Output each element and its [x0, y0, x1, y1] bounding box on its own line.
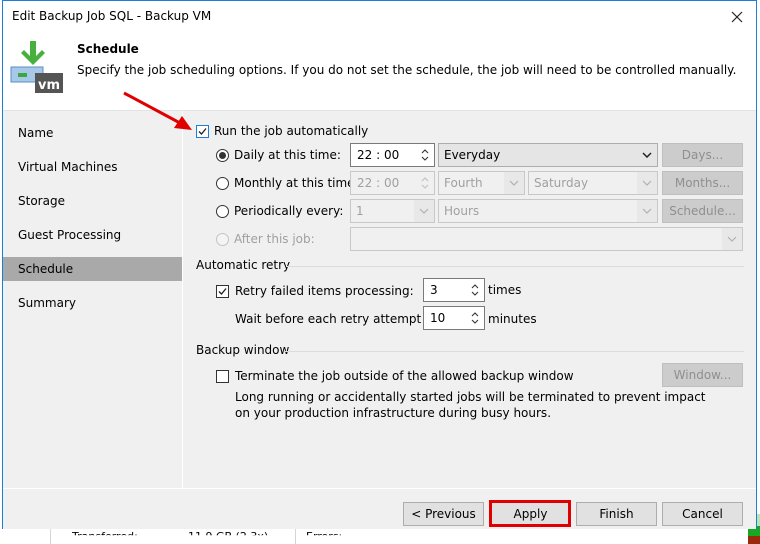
sidebar-item-label: Summary: [18, 296, 76, 310]
monthly-day-select[interactable]: Saturday: [528, 171, 658, 195]
backup-window-group-label: Backup window: [196, 343, 290, 357]
after-job-select[interactable]: [350, 227, 743, 251]
monthly-week-select[interactable]: Fourth: [438, 171, 525, 195]
sidebar-item-label: Schedule: [18, 262, 74, 276]
periodic-schedule-button[interactable]: Schedule...: [662, 199, 743, 223]
spinner-arrows-icon[interactable]: [469, 309, 481, 327]
retry-count-spinner[interactable]: 3: [423, 278, 485, 302]
sidebar-item-label: Name: [18, 126, 54, 140]
backup-window-note-line1: Long running or accidentally started job…: [235, 390, 706, 404]
bg-column-divider: [50, 528, 51, 544]
window-button[interactable]: Window...: [662, 363, 743, 387]
background-app: Transferred: 11,9 GB (2,3x) Errors:: [0, 528, 760, 544]
months-button[interactable]: Months...: [662, 171, 743, 195]
edit-backup-job-dialog: Edit Backup Job SQL - Backup VM vm Sched…: [2, 0, 757, 529]
apply-button[interactable]: Apply: [491, 502, 570, 526]
sidebar-item-schedule[interactable]: Schedule: [3, 257, 182, 281]
sidebar-item-guest-processing[interactable]: Guest Processing: [3, 223, 182, 247]
retry-wait-label: Wait before each retry attempt for:: [235, 312, 446, 326]
retry-failed-checkbox[interactable]: [216, 285, 229, 298]
periodically-label: Periodically every:: [234, 204, 344, 218]
periodically-radio[interactable]: [216, 205, 229, 218]
sidebar-item-virtual-machines[interactable]: Virtual Machines: [3, 155, 182, 179]
spinner-arrows-icon[interactable]: [419, 146, 431, 164]
after-job-label: After this job:: [234, 232, 315, 246]
page-title: Schedule: [77, 42, 139, 56]
wizard-footer: < Previous Apply Finish Cancel: [3, 488, 756, 529]
terminate-outside-window-label: Terminate the job outside of the allowed…: [235, 369, 574, 383]
periodically-unit-value: Hours: [444, 204, 480, 218]
after-job-radio[interactable]: [216, 233, 229, 246]
daily-label: Daily at this time:: [234, 148, 341, 162]
periodically-value-select[interactable]: 1: [350, 199, 435, 223]
window-title: Edit Backup Job SQL - Backup VM: [12, 9, 212, 23]
periodically-unit-select[interactable]: Hours: [438, 199, 658, 223]
sidebar-item-label: Guest Processing: [18, 228, 122, 242]
close-icon: [731, 11, 743, 23]
monthly-day-value: Saturday: [534, 176, 589, 190]
spinner-arrows-icon[interactable]: [469, 281, 481, 299]
run-automatically-label: Run the job automatically: [214, 124, 369, 138]
monthly-radio[interactable]: [216, 177, 229, 190]
monthly-time-value: 22 : 00: [357, 176, 400, 190]
sidebar-item-summary[interactable]: Summary: [3, 291, 182, 315]
previous-button[interactable]: < Previous: [403, 502, 484, 526]
chevron-down-icon: [637, 144, 657, 166]
retry-wait-spinner[interactable]: 10: [423, 306, 485, 330]
group-divider: [286, 266, 744, 267]
finish-button[interactable]: Finish: [576, 502, 657, 526]
retry-wait-value: 10: [430, 311, 446, 325]
sidebar-item-label: Storage: [18, 194, 65, 208]
close-button[interactable]: [724, 5, 750, 29]
retry-minutes-suffix: minutes: [488, 312, 537, 326]
automatic-retry-group-label: Automatic retry: [196, 258, 291, 272]
group-divider: [284, 351, 744, 352]
backup-window-note-line2: on your production infrastructure during…: [235, 406, 552, 420]
title-bar: Edit Backup Job SQL - Backup VM: [3, 1, 756, 33]
daily-time-value: 22 : 00: [357, 148, 400, 162]
svg-text:vm: vm: [38, 78, 60, 93]
chevron-down-icon: [637, 172, 657, 194]
bg-transferred-label: Transferred:: [72, 530, 138, 543]
days-button[interactable]: Days...: [662, 143, 743, 167]
chevron-down-icon: [637, 200, 657, 222]
daily-frequency-select[interactable]: Everyday: [438, 143, 658, 167]
chevron-down-icon: [504, 172, 524, 194]
retry-count-value: 3: [430, 283, 438, 297]
monthly-label: Monthly at this time:: [234, 176, 359, 190]
wizard-header: vm Schedule Specify the job scheduling o…: [3, 33, 756, 111]
periodically-value: 1: [356, 204, 364, 218]
retry-times-suffix: times: [488, 283, 522, 297]
wizard-steps-sidebar: Name Virtual Machines Storage Guest Proc…: [3, 111, 183, 488]
chevron-down-icon: [722, 228, 742, 250]
schedule-panel: Run the job automatically Daily at this …: [184, 111, 756, 488]
retry-failed-label: Retry failed items processing:: [235, 284, 414, 298]
vm-backup-icon: vm: [10, 41, 63, 93]
run-automatically-checkbox[interactable]: [196, 125, 209, 138]
daily-frequency-value: Everyday: [444, 148, 501, 162]
terminate-outside-window-checkbox[interactable]: [216, 370, 229, 383]
monthly-time-spinner[interactable]: 22 : 00: [350, 171, 435, 195]
sidebar-item-name[interactable]: Name: [3, 121, 182, 145]
daily-time-spinner[interactable]: 22 : 00: [350, 143, 435, 167]
sidebar-item-label: Virtual Machines: [18, 160, 118, 174]
checkmark-icon: [198, 128, 207, 135]
bg-errors-label: Errors:: [306, 530, 343, 543]
bg-transferred-value: 11,9 GB (2,3x): [188, 530, 269, 543]
chevron-down-icon: [414, 200, 434, 222]
monthly-week-value: Fourth: [444, 176, 483, 190]
checkmark-icon: [218, 288, 227, 295]
sidebar-item-storage[interactable]: Storage: [3, 189, 182, 213]
page-description: Specify the job scheduling options. If y…: [77, 63, 737, 77]
cancel-button[interactable]: Cancel: [662, 502, 743, 526]
bg-column-divider: [295, 528, 296, 544]
spinner-arrows-icon[interactable]: [419, 174, 431, 192]
daily-radio[interactable]: [216, 149, 229, 162]
